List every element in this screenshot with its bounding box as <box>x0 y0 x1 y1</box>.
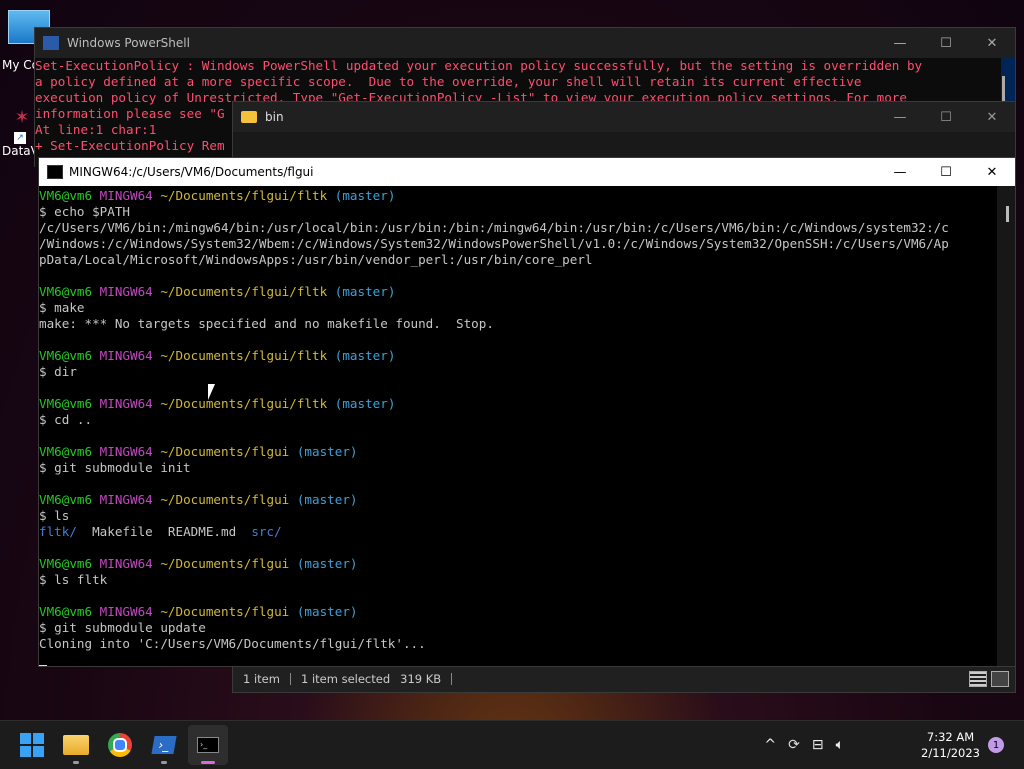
command-line: $ ls fltk <box>39 572 108 587</box>
app-logo-icon: ✶ <box>14 107 30 128</box>
clock-date: 2/11/2023 <box>921 746 980 760</box>
prompt-line: VM6@vm6 MINGW64 ~/Documents/flgui (maste… <box>39 492 358 507</box>
window-title: MINGW64:/c/Users/VM6/Documents/flgui <box>69 165 314 179</box>
ps-line: a policy defined at a more specific scop… <box>35 74 862 89</box>
scrollbar-thumb[interactable] <box>1006 206 1009 222</box>
output-line: pData/Local/Microsoft/WindowsApps:/usr/b… <box>39 252 593 267</box>
network-icon[interactable]: ⊟ <box>806 737 830 753</box>
start-button[interactable] <box>12 725 52 765</box>
command-line: $ git submodule init <box>39 460 191 475</box>
window-title: Windows PowerShell <box>67 36 190 50</box>
prompt-line: VM6@vm6 MINGW64 ~/Documents/flgui (maste… <box>39 556 358 571</box>
maximize-button[interactable]: ☐ <box>923 28 969 58</box>
prompt-line: VM6@vm6 MINGW64 ~/Documents/flgui/fltk (… <box>39 284 396 299</box>
command-line: $ git submodule update <box>39 620 206 635</box>
mouse-pointer-icon <box>208 384 219 400</box>
sync-icon[interactable]: ⟳ <box>782 737 806 753</box>
explorer-statusbar: 1 item 1 item selected 319 KB <box>233 666 1015 692</box>
output-line: fltk/ Makefile README.md src/ <box>39 524 282 539</box>
powershell-app-icon <box>43 36 59 50</box>
close-button[interactable]: ✕ <box>969 28 1015 58</box>
status-size: 319 KB <box>400 672 442 686</box>
taskbar: ›_ ›_ ^ ⟳ ⊟ 🔈︎ 7:32 AM 2/11/2023 1 <box>0 720 1024 769</box>
status-selected: 1 item selected <box>300 672 391 686</box>
chrome-icon <box>108 733 132 757</box>
volume-icon[interactable]: 🔈︎ <box>830 737 850 753</box>
minimize-button[interactable]: — <box>877 158 923 186</box>
output-line: /Windows:/c/Windows/System32/Wbem:/c/Win… <box>39 236 949 251</box>
minimize-button[interactable]: — <box>877 28 923 58</box>
terminal-titlebar[interactable]: MINGW64:/c/Users/VM6/Documents/flgui — ☐… <box>39 158 1015 186</box>
terminal-icon: ›_ <box>197 737 219 753</box>
command-line: $ echo $PATH <box>39 204 130 219</box>
command-line: $ make <box>39 300 85 315</box>
taskbar-terminal[interactable]: ›_ <box>188 725 228 765</box>
shortcut-arrow-icon: ↗ <box>14 132 26 144</box>
terminal-app-icon <box>47 165 63 179</box>
taskbar-powershell[interactable]: ›_ <box>144 725 184 765</box>
command-line: $ dir <box>39 364 77 379</box>
clock-time: 7:32 AM <box>926 730 975 744</box>
running-indicator <box>73 761 79 764</box>
window-title: bin <box>265 110 284 124</box>
chevron-up-icon[interactable]: ^ <box>758 737 782 753</box>
separator <box>451 673 453 685</box>
notification-badge[interactable]: 1 <box>988 737 1004 753</box>
tiles-view-icon[interactable] <box>991 671 1009 687</box>
minimize-button[interactable]: — <box>877 102 923 132</box>
terminal-output[interactable]: VM6@vm6 MINGW64 ~/Documents/flgui/fltk (… <box>39 186 997 666</box>
folder-icon <box>241 111 257 123</box>
terminal-scrollbar[interactable] <box>997 186 1015 666</box>
prompt-line: VM6@vm6 MINGW64 ~/Documents/flgui (maste… <box>39 444 358 459</box>
powershell-titlebar[interactable]: Windows PowerShell — ☐ ✕ <box>35 28 1015 58</box>
maximize-button[interactable]: ☐ <box>923 158 969 186</box>
command-line: $ cd .. <box>39 412 93 427</box>
close-button[interactable]: ✕ <box>969 102 1015 132</box>
taskbar-file-explorer[interactable] <box>56 725 96 765</box>
explorer-titlebar[interactable]: bin — ☐ ✕ <box>233 102 1015 132</box>
running-indicator <box>201 761 215 764</box>
status-item-count: 1 item <box>243 672 280 686</box>
command-line: $ ls <box>39 508 70 523</box>
prompt-line: VM6@vm6 MINGW64 ~/Documents/flgui (maste… <box>39 604 358 619</box>
windows-logo-icon <box>20 733 44 757</box>
prompt-line: VM6@vm6 MINGW64 ~/Documents/flgui/fltk (… <box>39 188 396 203</box>
clock[interactable]: 7:32 AM 2/11/2023 <box>921 729 980 761</box>
prompt-line: VM6@vm6 MINGW64 ~/Documents/flgui/fltk (… <box>39 396 396 411</box>
folder-icon <box>63 735 89 755</box>
output-line: make: *** No targets specified and no ma… <box>39 316 494 331</box>
details-view-icon[interactable] <box>969 671 987 687</box>
ps-line: Set-ExecutionPolicy : Windows PowerShell… <box>35 58 923 73</box>
prompt-line: VM6@vm6 MINGW64 ~/Documents/flgui/fltk (… <box>39 348 396 363</box>
taskbar-chrome[interactable] <box>100 725 140 765</box>
text-cursor <box>39 665 47 666</box>
running-indicator <box>161 761 167 764</box>
maximize-button[interactable]: ☐ <box>923 102 969 132</box>
powershell-icon: ›_ <box>151 736 177 754</box>
output-line: Cloning into 'C:/Users/VM6/Documents/flg… <box>39 636 426 651</box>
terminal-window[interactable]: MINGW64:/c/Users/VM6/Documents/flgui — ☐… <box>38 157 1016 667</box>
output-line: /c/Users/VM6/bin:/mingw64/bin:/usr/local… <box>39 220 949 235</box>
close-button[interactable]: ✕ <box>969 158 1015 186</box>
